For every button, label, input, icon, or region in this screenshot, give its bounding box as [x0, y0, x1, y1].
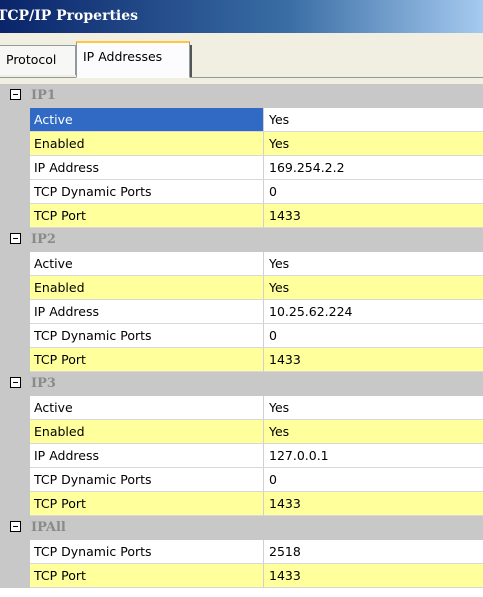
row-margin — [0, 156, 30, 180]
property-value[interactable]: Yes — [264, 420, 483, 444]
property-row[interactable]: TCP Port 1433 — [0, 204, 483, 228]
row-margin — [0, 444, 30, 468]
group-label: IPAll — [31, 520, 66, 535]
row-margin — [0, 492, 30, 516]
row-margin — [0, 348, 30, 372]
property-row[interactable]: Active Yes — [0, 108, 483, 132]
property-value[interactable]: 0 — [264, 468, 483, 492]
property-name[interactable]: TCP Port — [30, 492, 264, 516]
property-value[interactable]: 2518 — [264, 540, 483, 564]
row-margin — [0, 204, 30, 228]
property-name[interactable]: Enabled — [30, 276, 264, 300]
property-row[interactable]: TCP Dynamic Ports 0 — [0, 468, 483, 492]
row-margin — [0, 396, 30, 420]
row-margin — [0, 540, 30, 564]
row-margin — [0, 468, 30, 492]
property-row[interactable]: TCP Port 1433 — [0, 492, 483, 516]
property-row[interactable]: TCP Port 1433 — [0, 348, 483, 372]
row-margin — [0, 132, 30, 156]
property-name[interactable]: TCP Port — [30, 204, 264, 228]
property-name[interactable]: TCP Dynamic Ports — [30, 180, 264, 204]
property-value[interactable]: Yes — [264, 252, 483, 276]
property-name[interactable]: IP Address — [30, 156, 264, 180]
group-header-ip1[interactable]: IP1 — [0, 84, 483, 108]
tcpip-properties-window: TCP/IP Properties Protocol IP Addresses … — [0, 0, 483, 597]
property-row[interactable]: IP Address 10.25.62.224 — [0, 300, 483, 324]
collapse-icon[interactable] — [10, 521, 21, 532]
property-value[interactable]: 127.0.0.1 — [264, 444, 483, 468]
property-name[interactable]: IP Address — [30, 444, 264, 468]
property-value[interactable]: Yes — [264, 132, 483, 156]
group-label: IP1 — [31, 88, 56, 103]
group-header-ip2[interactable]: IP2 — [0, 228, 483, 252]
property-name[interactable]: IP Address — [30, 300, 264, 324]
tab-protocol[interactable]: Protocol — [0, 45, 76, 75]
property-value[interactable]: 1433 — [264, 564, 483, 588]
property-grid: IP1 Active Yes Enabled Yes IP Address 169.254.… — [0, 84, 483, 597]
tab-strip: Protocol IP Addresses — [0, 33, 483, 78]
property-value[interactable]: 1433 — [264, 492, 483, 516]
row-margin — [0, 276, 30, 300]
property-name[interactable]: Enabled — [30, 132, 264, 156]
property-row[interactable]: Enabled Yes — [0, 276, 483, 300]
property-name[interactable]: Active — [30, 396, 264, 420]
property-value[interactable]: Yes — [264, 276, 483, 300]
row-margin — [0, 420, 30, 444]
title-bar[interactable]: TCP/IP Properties — [0, 0, 483, 33]
collapse-icon[interactable] — [10, 233, 21, 244]
row-margin — [0, 564, 30, 588]
property-name[interactable]: TCP Dynamic Ports — [30, 468, 264, 492]
row-margin — [0, 324, 30, 348]
property-row[interactable]: Enabled Yes — [0, 420, 483, 444]
collapse-icon[interactable] — [10, 377, 21, 388]
property-name[interactable]: TCP Dynamic Ports — [30, 324, 264, 348]
tab-ip-addresses[interactable]: IP Addresses — [76, 41, 192, 78]
window-title: TCP/IP Properties — [0, 8, 139, 24]
property-value[interactable]: 169.254.2.2 — [264, 156, 483, 180]
group-header-ip3[interactable]: IP3 — [0, 372, 483, 396]
property-value[interactable]: Yes — [264, 108, 483, 132]
property-name[interactable]: TCP Port — [30, 564, 264, 588]
property-row[interactable]: IP Address 169.254.2.2 — [0, 156, 483, 180]
row-margin — [0, 108, 30, 132]
property-row[interactable]: TCP Dynamic Ports 0 — [0, 324, 483, 348]
group-label: IP2 — [31, 232, 56, 247]
property-value[interactable]: Yes — [264, 396, 483, 420]
group-header-ipall[interactable]: IPAll — [0, 516, 483, 540]
property-value[interactable]: 1433 — [264, 348, 483, 372]
property-row[interactable]: IP Address 127.0.0.1 — [0, 444, 483, 468]
property-name[interactable]: TCP Dynamic Ports — [30, 540, 264, 564]
property-value[interactable]: 0 — [264, 324, 483, 348]
property-row[interactable]: Enabled Yes — [0, 132, 483, 156]
property-row[interactable]: Active Yes — [0, 252, 483, 276]
property-row[interactable]: TCP Dynamic Ports 2518 — [0, 540, 483, 564]
group-label: IP3 — [31, 376, 56, 391]
property-value[interactable]: 1433 — [264, 204, 483, 228]
row-margin — [0, 252, 30, 276]
property-name[interactable]: Enabled — [30, 420, 264, 444]
property-row[interactable]: TCP Dynamic Ports 0 — [0, 180, 483, 204]
property-name[interactable]: Active — [30, 108, 264, 132]
property-value[interactable]: 0 — [264, 180, 483, 204]
collapse-icon[interactable] — [10, 89, 21, 100]
row-margin — [0, 300, 30, 324]
property-name[interactable]: Active — [30, 252, 264, 276]
row-margin — [0, 180, 30, 204]
property-value[interactable]: 10.25.62.224 — [264, 300, 483, 324]
property-row[interactable]: Active Yes — [0, 396, 483, 420]
property-row[interactable]: TCP Port 1433 — [0, 564, 483, 588]
property-name[interactable]: TCP Port — [30, 348, 264, 372]
